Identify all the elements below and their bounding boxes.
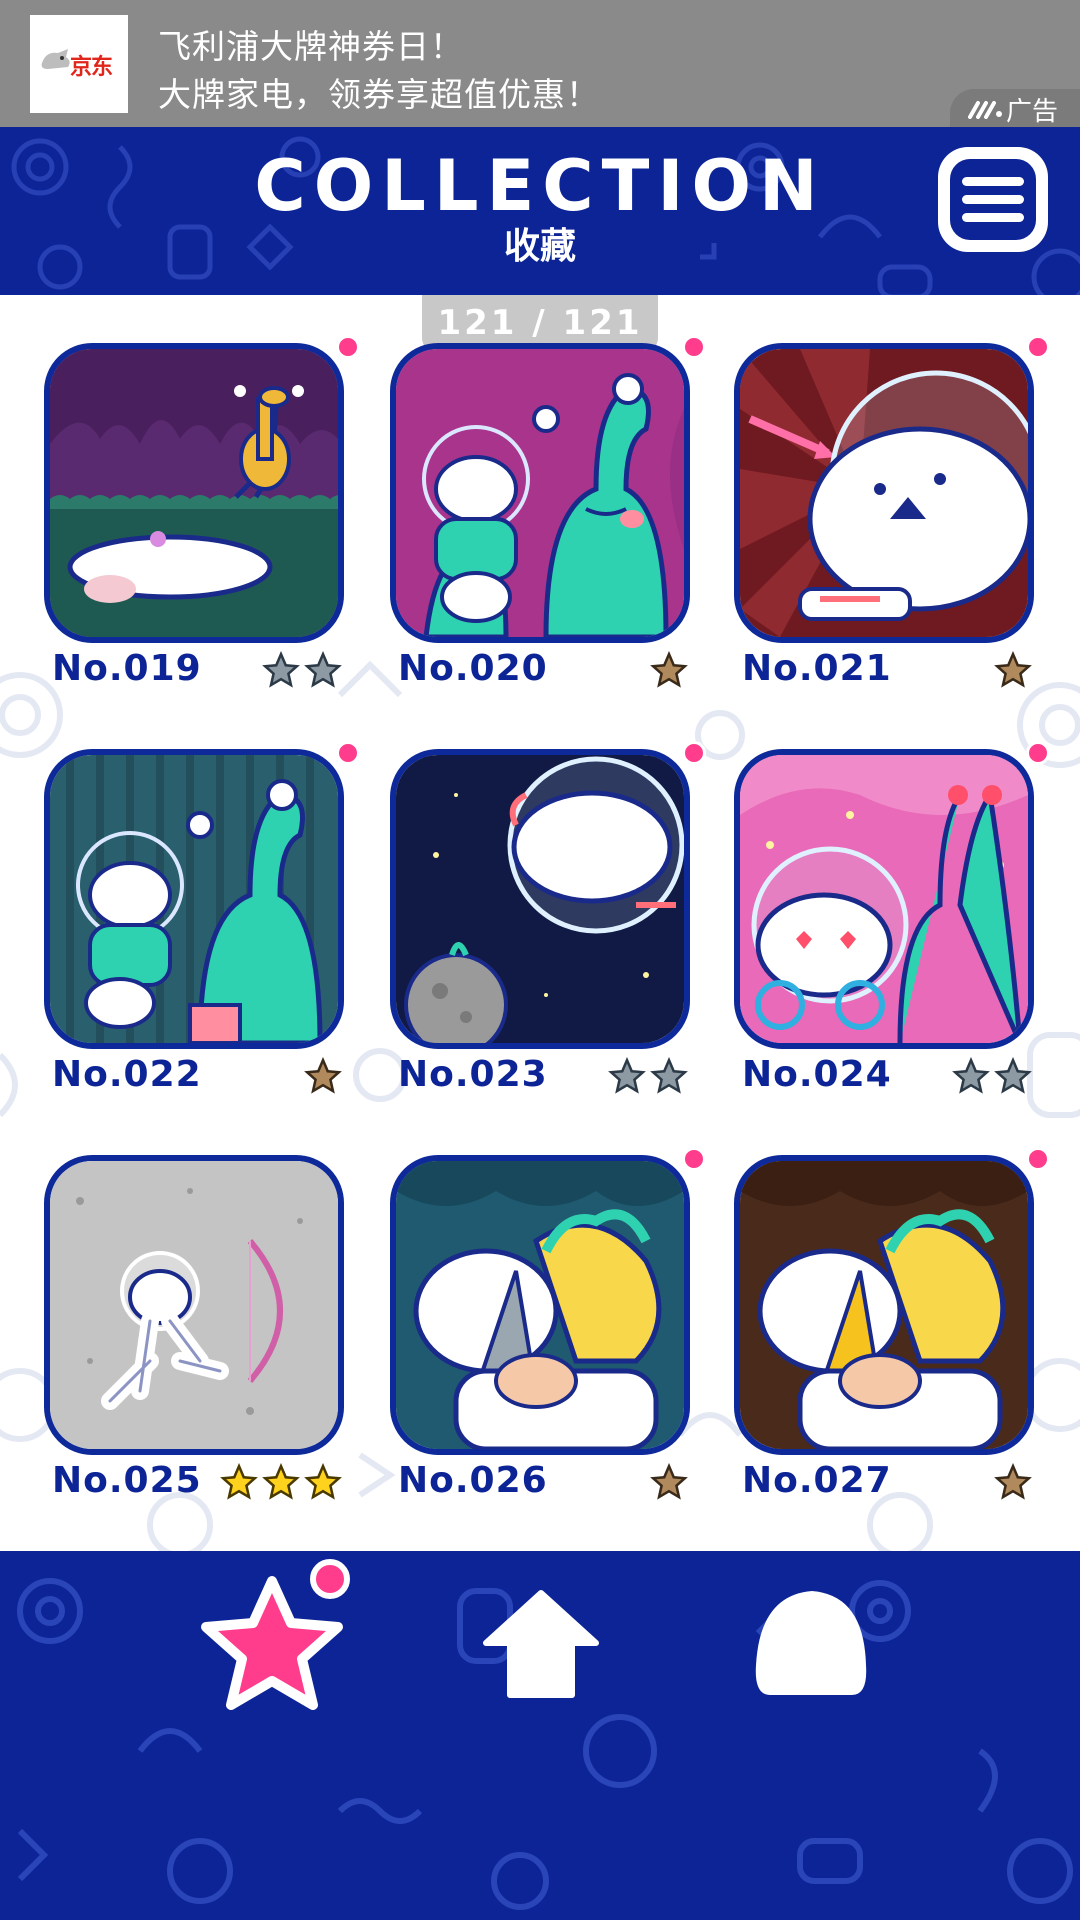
new-indicator-dot (310, 1559, 350, 1599)
collection-grid[interactable]: 121 / 121 No.019 No.020 No.021 No.022 No… (0, 295, 1080, 1551)
card-thumbnail[interactable] (734, 749, 1034, 1049)
star-icon (650, 1463, 688, 1500)
ad-subheadline: 大牌家电，领券享超值优惠！ (158, 75, 600, 114)
card-thumbnail[interactable] (390, 749, 690, 1049)
nav-character-button[interactable] (752, 1585, 870, 1707)
ad-logo-text: 京东 (70, 55, 113, 80)
collection-card[interactable]: No.021 (734, 335, 1050, 703)
star-rating (608, 1057, 688, 1095)
new-indicator-dot (682, 335, 706, 359)
star-rating (262, 651, 342, 689)
new-indicator-dot (1026, 335, 1050, 359)
ad-tag: 广告 (950, 89, 1080, 127)
new-indicator-dot (1026, 741, 1050, 765)
star-rating (952, 1057, 1032, 1095)
star-rating (220, 1463, 342, 1501)
character-icon (755, 1591, 867, 1695)
card-number: No.021 (742, 648, 892, 689)
nav-home-button[interactable] (482, 1589, 600, 1703)
new-indicator-dot (682, 741, 706, 765)
star-icon (994, 1463, 1032, 1500)
card-thumbnail[interactable] (390, 343, 690, 643)
card-thumbnail[interactable] (734, 1155, 1034, 1455)
dog-floating-space-illustration (396, 755, 684, 1043)
ad-banner[interactable]: 京东 飞利浦大牌神券日！ 大牌家电，领券享超值优惠！ 广告 (0, 0, 1080, 127)
dog-laurel-knife-illustration (396, 1161, 684, 1449)
collection-card[interactable]: No.027 (734, 1147, 1050, 1515)
ad-tag-label: 广告 (1006, 97, 1059, 127)
star-icon (262, 1463, 300, 1500)
collection-card[interactable]: No.019 (44, 335, 360, 703)
card-number: No.023 (398, 1054, 548, 1095)
card-number: No.019 (52, 648, 202, 689)
collapsed-dog-giraffe-illustration (50, 349, 338, 637)
page-title: COLLECTION (254, 145, 826, 227)
star-icon (220, 1463, 258, 1500)
card-number: No.025 (52, 1460, 202, 1501)
star-icon (262, 651, 300, 688)
hamburger-menu-icon (950, 159, 1036, 240)
dog-alien-hug-illustration (396, 349, 684, 637)
collection-card[interactable]: No.020 (390, 335, 706, 703)
collection-card[interactable]: No.026 (390, 1147, 706, 1515)
collection-card[interactable]: No.025 (44, 1155, 344, 1515)
header: COLLECTION 收藏 (0, 127, 1080, 295)
star-icon (304, 651, 342, 688)
card-thumbnail[interactable] (390, 1155, 690, 1455)
star-icon (994, 651, 1032, 688)
star-icon (994, 1057, 1032, 1094)
new-indicator-dot (336, 335, 360, 359)
new-indicator-dot (1026, 1147, 1050, 1171)
star-rating (994, 1463, 1032, 1501)
page-subtitle: 收藏 (503, 226, 576, 267)
dog-bow-moon-illustration (50, 1161, 338, 1449)
card-thumbnail[interactable] (44, 1155, 344, 1455)
home-icon (483, 1590, 599, 1698)
star-icon (304, 1057, 342, 1094)
star-rating (650, 1463, 688, 1501)
collection-card[interactable]: No.024 (734, 741, 1050, 1109)
bottom-navigation (0, 1551, 1080, 1920)
card-thumbnail[interactable] (44, 343, 344, 643)
card-thumbnail[interactable] (44, 749, 344, 1049)
collection-card[interactable]: No.023 (390, 741, 706, 1109)
card-number: No.020 (398, 648, 548, 689)
card-number: No.022 (52, 1054, 202, 1095)
star-rating (650, 651, 688, 689)
star-icon (650, 1057, 688, 1094)
new-indicator-dot (336, 741, 360, 765)
star-icon (952, 1057, 990, 1094)
star-icon (650, 651, 688, 688)
star-rating (304, 1057, 342, 1095)
dog-alien-love-illustration (740, 755, 1028, 1043)
star-rating (994, 651, 1032, 689)
ad-mark-icon (968, 101, 1002, 119)
card-number: No.024 (742, 1054, 892, 1095)
ad-headline: 飞利浦大牌神券日！ (158, 27, 464, 66)
card-number: No.027 (742, 1460, 892, 1501)
dog-laurel-gold-knife-illustration (740, 1161, 1028, 1449)
card-thumbnail[interactable] (734, 343, 1034, 643)
card-number: No.026 (398, 1460, 548, 1501)
dog-alien-forest-illustration (50, 755, 338, 1043)
collection-card[interactable]: No.022 (44, 741, 360, 1109)
star-icon (304, 1463, 342, 1500)
star-icon (608, 1057, 646, 1094)
dog-shocked-illustration (740, 349, 1028, 637)
menu-button[interactable] (938, 147, 1048, 252)
ad-logo: 京东 (30, 15, 128, 113)
new-indicator-dot (682, 1147, 706, 1171)
